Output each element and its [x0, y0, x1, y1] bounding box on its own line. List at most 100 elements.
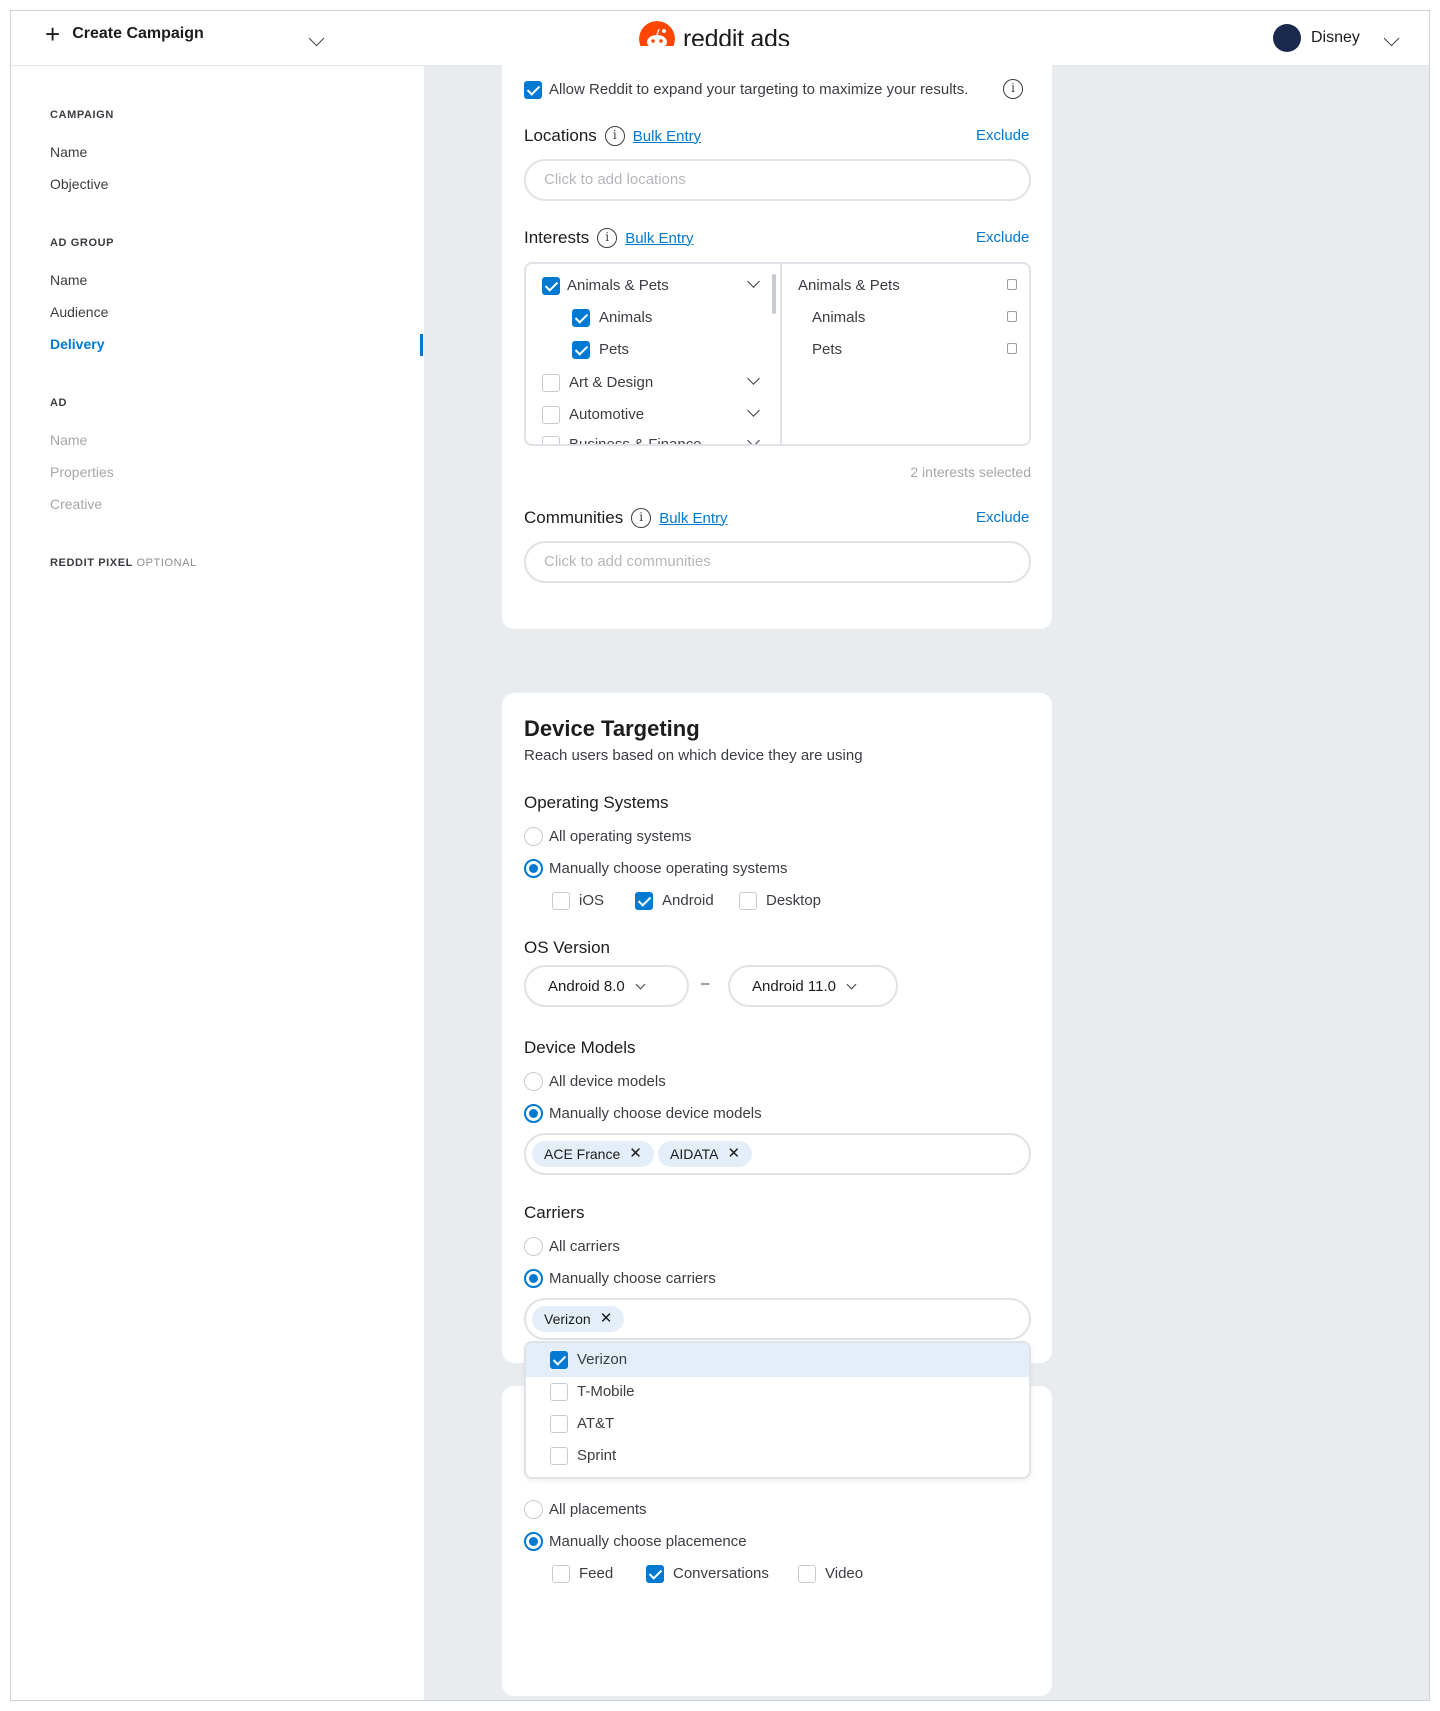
- interests-label: Interests: [524, 228, 590, 247]
- chip-label: AIDATA: [670, 1146, 719, 1162]
- locations-exclude-link[interactable]: Exclude: [976, 127, 1029, 144]
- placement-feed-checkbox[interactable]: [552, 1565, 570, 1583]
- sidebar-heading-reddit-pixel[interactable]: REDDIT PIXEL OPTIONAL: [50, 557, 197, 569]
- os-desktop-checkbox[interactable]: [739, 892, 757, 910]
- interest-checkbox[interactable]: [542, 374, 560, 392]
- expand-targeting-label: Allow Reddit to expand your targeting to…: [549, 81, 969, 98]
- os-version-to-value: Android 11.0: [752, 977, 836, 995]
- chevron-down-icon[interactable]: [747, 372, 760, 385]
- carrier-option[interactable]: AT&T: [526, 1407, 1029, 1439]
- sidebar-heading-ad: AD: [50, 397, 68, 409]
- info-icon[interactable]: i: [1003, 79, 1023, 99]
- models-manual-label: Manually choose device models: [549, 1105, 762, 1122]
- sidebar-item-ad-name[interactable]: Name: [50, 432, 87, 448]
- carriers-input[interactable]: Verizon ✕: [524, 1298, 1031, 1340]
- os-version-label: OS Version: [524, 938, 610, 957]
- info-icon[interactable]: i: [597, 228, 618, 248]
- communities-label: Communities: [524, 508, 624, 527]
- models-all-radio[interactable]: [524, 1072, 543, 1091]
- sidebar-item-properties[interactable]: Properties: [50, 464, 114, 480]
- interests-scrollbar[interactable]: [772, 274, 776, 314]
- communities-header: Communities i Bulk Entry: [524, 508, 728, 528]
- sidebar-item-creative[interactable]: Creative: [50, 496, 102, 512]
- chevron-down-icon[interactable]: [747, 275, 760, 288]
- locations-input[interactable]: Click to add locations: [524, 159, 1031, 201]
- communities-bulk-entry-link[interactable]: Bulk Entry: [659, 510, 727, 527]
- carriers-manual-radio[interactable]: [524, 1269, 543, 1288]
- interests-picker: Animals & Pets Animals Pets Art & Design…: [524, 262, 1031, 446]
- close-icon[interactable]: ✕: [629, 1135, 642, 1173]
- interest-checkbox[interactable]: [572, 341, 590, 359]
- chip-label: Verizon: [544, 1311, 591, 1327]
- carriers-manual-label: Manually choose carriers: [549, 1270, 716, 1287]
- close-icon[interactable]: ✕: [600, 1300, 613, 1338]
- placement-conversations-checkbox[interactable]: [646, 1565, 664, 1583]
- selected-interests: Animals & Pets Animals Pets: [784, 264, 1029, 444]
- communities-input[interactable]: Click to add communities: [524, 541, 1031, 583]
- sidebar-item-delivery[interactable]: Delivery: [50, 336, 104, 352]
- selected-interest: Animals & Pets: [798, 277, 900, 294]
- models-manual-radio[interactable]: [524, 1104, 543, 1123]
- placement-video-checkbox[interactable]: [798, 1565, 816, 1583]
- os-label: Operating Systems: [524, 793, 669, 812]
- main-content: Allow Reddit to expand your targeting to…: [424, 46, 1429, 1700]
- os-manual-radio[interactable]: [524, 859, 543, 878]
- carrier-checkbox[interactable]: [550, 1383, 568, 1401]
- sidebar-item-campaign-name[interactable]: Name: [50, 144, 87, 160]
- chevron-down-icon[interactable]: [747, 434, 760, 444]
- create-campaign-button[interactable]: + Create Campaign: [45, 21, 204, 47]
- sidebar-item-adgroup-name[interactable]: Name: [50, 272, 87, 288]
- os-version-from-value: Android 8.0: [548, 977, 625, 995]
- carrier-checkbox[interactable]: [550, 1447, 568, 1465]
- interests-count: 2 interests selected: [910, 464, 1031, 480]
- carrier-option[interactable]: Verizon: [526, 1343, 1029, 1375]
- carrier-dropdown: Verizon T-Mobile AT&T Sprint: [524, 1341, 1031, 1479]
- interest-checkbox[interactable]: [572, 309, 590, 327]
- close-icon[interactable]: ✕: [728, 1135, 741, 1173]
- sidebar-item-audience[interactable]: Audience: [50, 304, 108, 320]
- interest-label: Animals & Pets: [567, 277, 669, 294]
- interest-checkbox[interactable]: [542, 406, 560, 424]
- device-model-chip: ACE France ✕: [532, 1141, 654, 1167]
- interest-checkbox[interactable]: [542, 277, 560, 295]
- interests-exclude-link[interactable]: Exclude: [976, 229, 1029, 246]
- device-models-input[interactable]: ACE France ✕ AIDATA ✕: [524, 1133, 1031, 1175]
- carrier-checkbox[interactable]: [550, 1415, 568, 1433]
- pixel-heading-label: REDDIT PIXEL: [50, 557, 133, 569]
- os-version-to-select[interactable]: Android 11.0: [728, 965, 898, 1007]
- expand-targeting-checkbox[interactable]: [524, 81, 542, 99]
- os-android-checkbox[interactable]: [635, 892, 653, 910]
- carrier-checkbox[interactable]: [550, 1351, 568, 1369]
- carrier-option[interactable]: T-Mobile: [526, 1375, 1029, 1407]
- carriers-all-radio[interactable]: [524, 1237, 543, 1256]
- interest-label: Business & Finance: [569, 436, 702, 444]
- placement-option-label: Feed: [579, 1565, 614, 1582]
- communities-exclude-link[interactable]: Exclude: [976, 509, 1029, 526]
- interest-checkbox[interactable]: [542, 436, 560, 444]
- placements-manual-label: Manually choose placemence: [549, 1533, 747, 1550]
- sidebar-item-objective[interactable]: Objective: [50, 176, 108, 192]
- info-icon[interactable]: i: [631, 508, 652, 528]
- create-campaign-label: Create Campaign: [72, 25, 204, 42]
- os-ios-checkbox[interactable]: [552, 892, 570, 910]
- carrier-option-label: Verizon: [577, 1351, 628, 1368]
- trash-icon[interactable]: [1007, 311, 1017, 322]
- placements-manual-radio[interactable]: [524, 1532, 543, 1551]
- carrier-option[interactable]: Sprint: [526, 1439, 1029, 1471]
- placements-all-radio[interactable]: [524, 1500, 543, 1519]
- info-icon[interactable]: i: [604, 126, 625, 146]
- trash-icon[interactable]: [1007, 343, 1017, 354]
- carrier-option-label: T-Mobile: [577, 1383, 635, 1400]
- os-version-from-select[interactable]: Android 8.0: [524, 965, 689, 1007]
- interests-bulk-entry-link[interactable]: Bulk Entry: [625, 230, 693, 247]
- chevron-down-icon[interactable]: [747, 404, 760, 417]
- interest-label: Art & Design: [569, 374, 654, 391]
- os-all-radio[interactable]: [524, 827, 543, 846]
- trash-icon[interactable]: [1007, 279, 1017, 290]
- locations-bulk-entry-link[interactable]: Bulk Entry: [633, 128, 701, 145]
- create-campaign-chevron-icon[interactable]: [308, 30, 325, 49]
- placements-all-label: All placements: [549, 1501, 647, 1518]
- os-option-label: iOS: [579, 892, 605, 909]
- interests-header: Interests i Bulk Entry: [524, 228, 694, 248]
- account-switcher[interactable]: Disney: [1273, 24, 1400, 52]
